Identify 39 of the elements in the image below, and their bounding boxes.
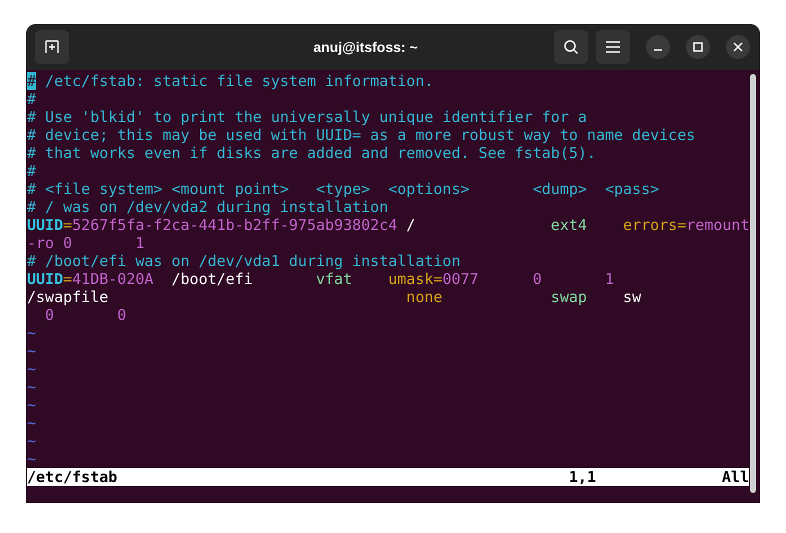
code-line: UUID=5267f5fa-f2ca-441b-b2ff-975ab93802c4 / ext4 errors=remount [27, 216, 750, 234]
code-line: UUID=41DB-020A /boot/efi vfat umask=0077 0 1 [27, 270, 614, 288]
code-line: ~ [27, 360, 36, 378]
file-name: /etc/fstab [27, 468, 118, 486]
code-line: ~ [27, 432, 36, 450]
code-line: # Use 'blkid' to print the universally unique identifier for a [27, 108, 587, 126]
menu-button[interactable] [596, 30, 630, 64]
code-line: # [27, 90, 36, 108]
code-line: ~ [27, 450, 36, 468]
code-line: # that works even if disks are added and removed. See fstab(5). [27, 144, 596, 162]
code-line: # [27, 162, 36, 180]
window-title: anuj@itsfoss: ~ [312, 39, 419, 55]
maximize-icon [693, 42, 703, 52]
menu-icon [606, 41, 620, 53]
search-icon [563, 39, 579, 55]
code-line: 0 0 [44, 306, 126, 324]
code-line: # device; this may be used with UUID= as a more robust way to name devices [27, 126, 696, 144]
search-button[interactable] [554, 30, 588, 64]
scrollbar[interactable] [750, 74, 756, 493]
code-line: ~ [27, 378, 36, 396]
code-line: # <file system> <mount point> <type> <options> <dump> <pass> [27, 180, 660, 198]
new-tab-icon [44, 39, 60, 55]
code-line: # / was on /dev/vda2 during installation [27, 198, 388, 216]
minimize-icon [654, 49, 662, 51]
code-line: /swapfile none swap sw [27, 288, 642, 306]
scroll-position: All [722, 468, 749, 486]
minimize-button[interactable] [646, 35, 670, 59]
code-line: ~ [27, 396, 36, 414]
cursor-position: 1,1 [568, 468, 597, 486]
code-line: # /boot/efi was on /dev/vda1 during installation [27, 252, 460, 270]
code-line: ~ [27, 342, 36, 360]
code-line: ~ [27, 414, 36, 432]
new-tab-button[interactable] [35, 30, 69, 64]
code-line: ~ [27, 324, 36, 342]
close-icon [733, 42, 743, 52]
code-line: -ro 0 1 [27, 234, 144, 252]
close-button[interactable] [726, 35, 750, 59]
maximize-button[interactable] [686, 35, 710, 59]
code-line: # /etc/fstab: static file system information. [27, 72, 434, 90]
